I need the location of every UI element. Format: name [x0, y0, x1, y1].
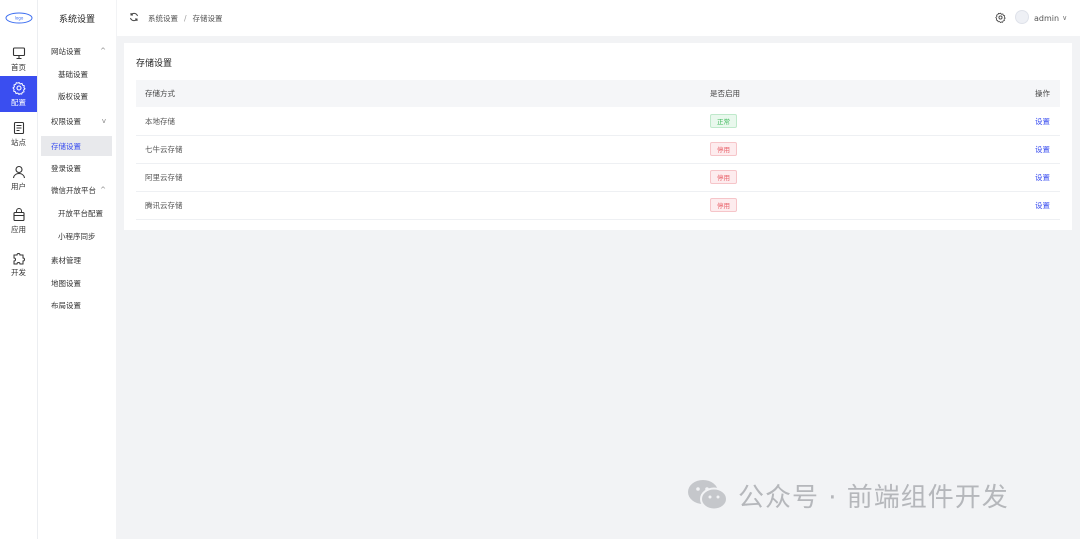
menu-item-label: 基础设置 [58, 69, 88, 79]
rail-item-label: 开发 [11, 267, 26, 277]
status-badge: 正常 [710, 114, 737, 128]
logo-text: logo [15, 16, 24, 21]
rail-item-label: 首页 [11, 62, 26, 72]
storage-name: 阿里云存储 [145, 172, 183, 182]
refresh-icon[interactable] [129, 12, 139, 22]
menu-item-layout[interactable]: 布局设置 [41, 295, 112, 315]
breadcrumb-separator: / [184, 13, 187, 23]
avatar[interactable] [1015, 10, 1029, 24]
top-bar: 系统设置 / 存储设置 admin ∨ [117, 0, 1080, 36]
menu-item-miniprogram-sync[interactable]: 小程序同步 [41, 226, 112, 246]
menu-item-label: 微信开放平台 [51, 185, 96, 195]
rail-item-label: 站点 [11, 137, 26, 147]
menu-item-label: 小程序同步 [58, 231, 96, 241]
breadcrumb-item[interactable]: 系统设置 [148, 13, 178, 24]
table-row: 腾讯云存储 停用 设置 [136, 191, 1060, 220]
chevron-down-icon: ∨ [1062, 14, 1068, 22]
menu-item-label: 版权设置 [58, 91, 88, 101]
menu-item-material[interactable]: 素材管理 [41, 250, 112, 270]
menu-item-copyright[interactable]: 版权设置 [41, 86, 112, 106]
chevron-up-icon: ^ [100, 186, 106, 194]
document-icon [13, 121, 24, 134]
rail-item-home[interactable]: 首页 [0, 41, 37, 77]
menu-group-permission[interactable]: 权限设置 v [41, 111, 112, 131]
username: admin [1034, 13, 1060, 23]
storage-settings-card: 存储设置 存储方式 是否启用 操作 本地存储 正常 设置 七牛云存储 停用 设置… [124, 43, 1072, 230]
table-row: 七牛云存储 停用 设置 [136, 135, 1060, 164]
settings-link[interactable]: 设置 [1035, 200, 1050, 211]
menu-item-basic[interactable]: 基础设置 [41, 64, 112, 84]
menu-item-label: 登录设置 [51, 163, 81, 173]
menu-item-map[interactable]: 地图设置 [41, 273, 112, 293]
rail-item-label: 配置 [11, 97, 26, 107]
secondary-menu: 系统设置 网站设置 ^ 基础设置 版权设置 权限设置 v 存储设置 登录设置 微… [38, 0, 116, 539]
status-badge: 停用 [710, 142, 737, 156]
storage-name: 腾讯云存储 [145, 200, 183, 210]
icon-rail: logo 首页 配置 站点 用户 应用 开发 [0, 0, 38, 539]
breadcrumb-item-current: 存储设置 [192, 13, 223, 23]
settings-gear-icon[interactable] [995, 12, 1006, 23]
table-row: 阿里云存储 停用 设置 [136, 163, 1060, 192]
rail-item-site[interactable]: 站点 [0, 116, 37, 152]
storage-name: 本地存储 [145, 116, 175, 126]
menu-item-storage[interactable]: 存储设置 [41, 136, 112, 156]
status-badge: 停用 [710, 170, 737, 184]
rail-item-apps[interactable]: 应用 [0, 203, 37, 239]
column-header-method: 存储方式 [145, 89, 175, 98]
table-header: 存储方式 是否启用 操作 [136, 80, 1060, 107]
menu-item-label: 网站设置 [51, 46, 81, 56]
user-icon [12, 165, 25, 178]
rail-item-label: 应用 [11, 224, 26, 234]
storage-name: 七牛云存储 [145, 144, 183, 154]
puzzle-icon [13, 252, 25, 264]
column-header-enabled: 是否启用 [710, 89, 740, 98]
monitor-icon [12, 46, 25, 59]
card-title: 存储设置 [136, 59, 173, 69]
settings-link[interactable]: 设置 [1035, 144, 1050, 155]
menu-item-label: 布局设置 [51, 300, 81, 310]
column-header-actions: 操作 [1035, 89, 1050, 98]
logo-icon[interactable]: logo [4, 10, 34, 26]
rail-item-user[interactable]: 用户 [0, 160, 37, 196]
table-row: 本地存储 正常 设置 [136, 107, 1060, 136]
rail-item-config[interactable]: 配置 [0, 76, 37, 112]
status-badge: 停用 [710, 198, 737, 212]
breadcrumb: 系统设置 / 存储设置 [148, 0, 223, 36]
rail-item-label: 用户 [11, 181, 26, 191]
menu-group-wechat[interactable]: 微信开放平台 ^ [41, 180, 112, 200]
menu-title: 系统设置 [58, 14, 95, 25]
settings-link[interactable]: 设置 [1035, 116, 1050, 127]
wechat-icon [688, 480, 728, 511]
menu-item-open-platform[interactable]: 开放平台配置 [41, 203, 112, 223]
menu-item-label: 存储设置 [51, 141, 81, 151]
menu-item-label: 素材管理 [51, 255, 81, 265]
menu-item-label: 开放平台配置 [58, 208, 103, 218]
menu-item-label: 权限设置 [51, 116, 81, 126]
gear-icon [11, 81, 26, 95]
menu-item-label: 地图设置 [51, 278, 81, 288]
user-menu[interactable]: admin ∨ [1034, 0, 1067, 36]
bag-icon [12, 207, 25, 221]
watermark: 公众号 · 前端组件开发 [686, 475, 1009, 515]
menu-item-login[interactable]: 登录设置 [41, 158, 112, 178]
chevron-down-icon: v [101, 117, 106, 125]
settings-link[interactable]: 设置 [1035, 172, 1050, 183]
chevron-up-icon: ^ [100, 47, 106, 55]
watermark-text: 公众号 · 前端组件开发 [738, 482, 1009, 513]
menu-group-website[interactable]: 网站设置 ^ [41, 41, 112, 61]
rail-item-dev[interactable]: 开发 [0, 246, 37, 282]
